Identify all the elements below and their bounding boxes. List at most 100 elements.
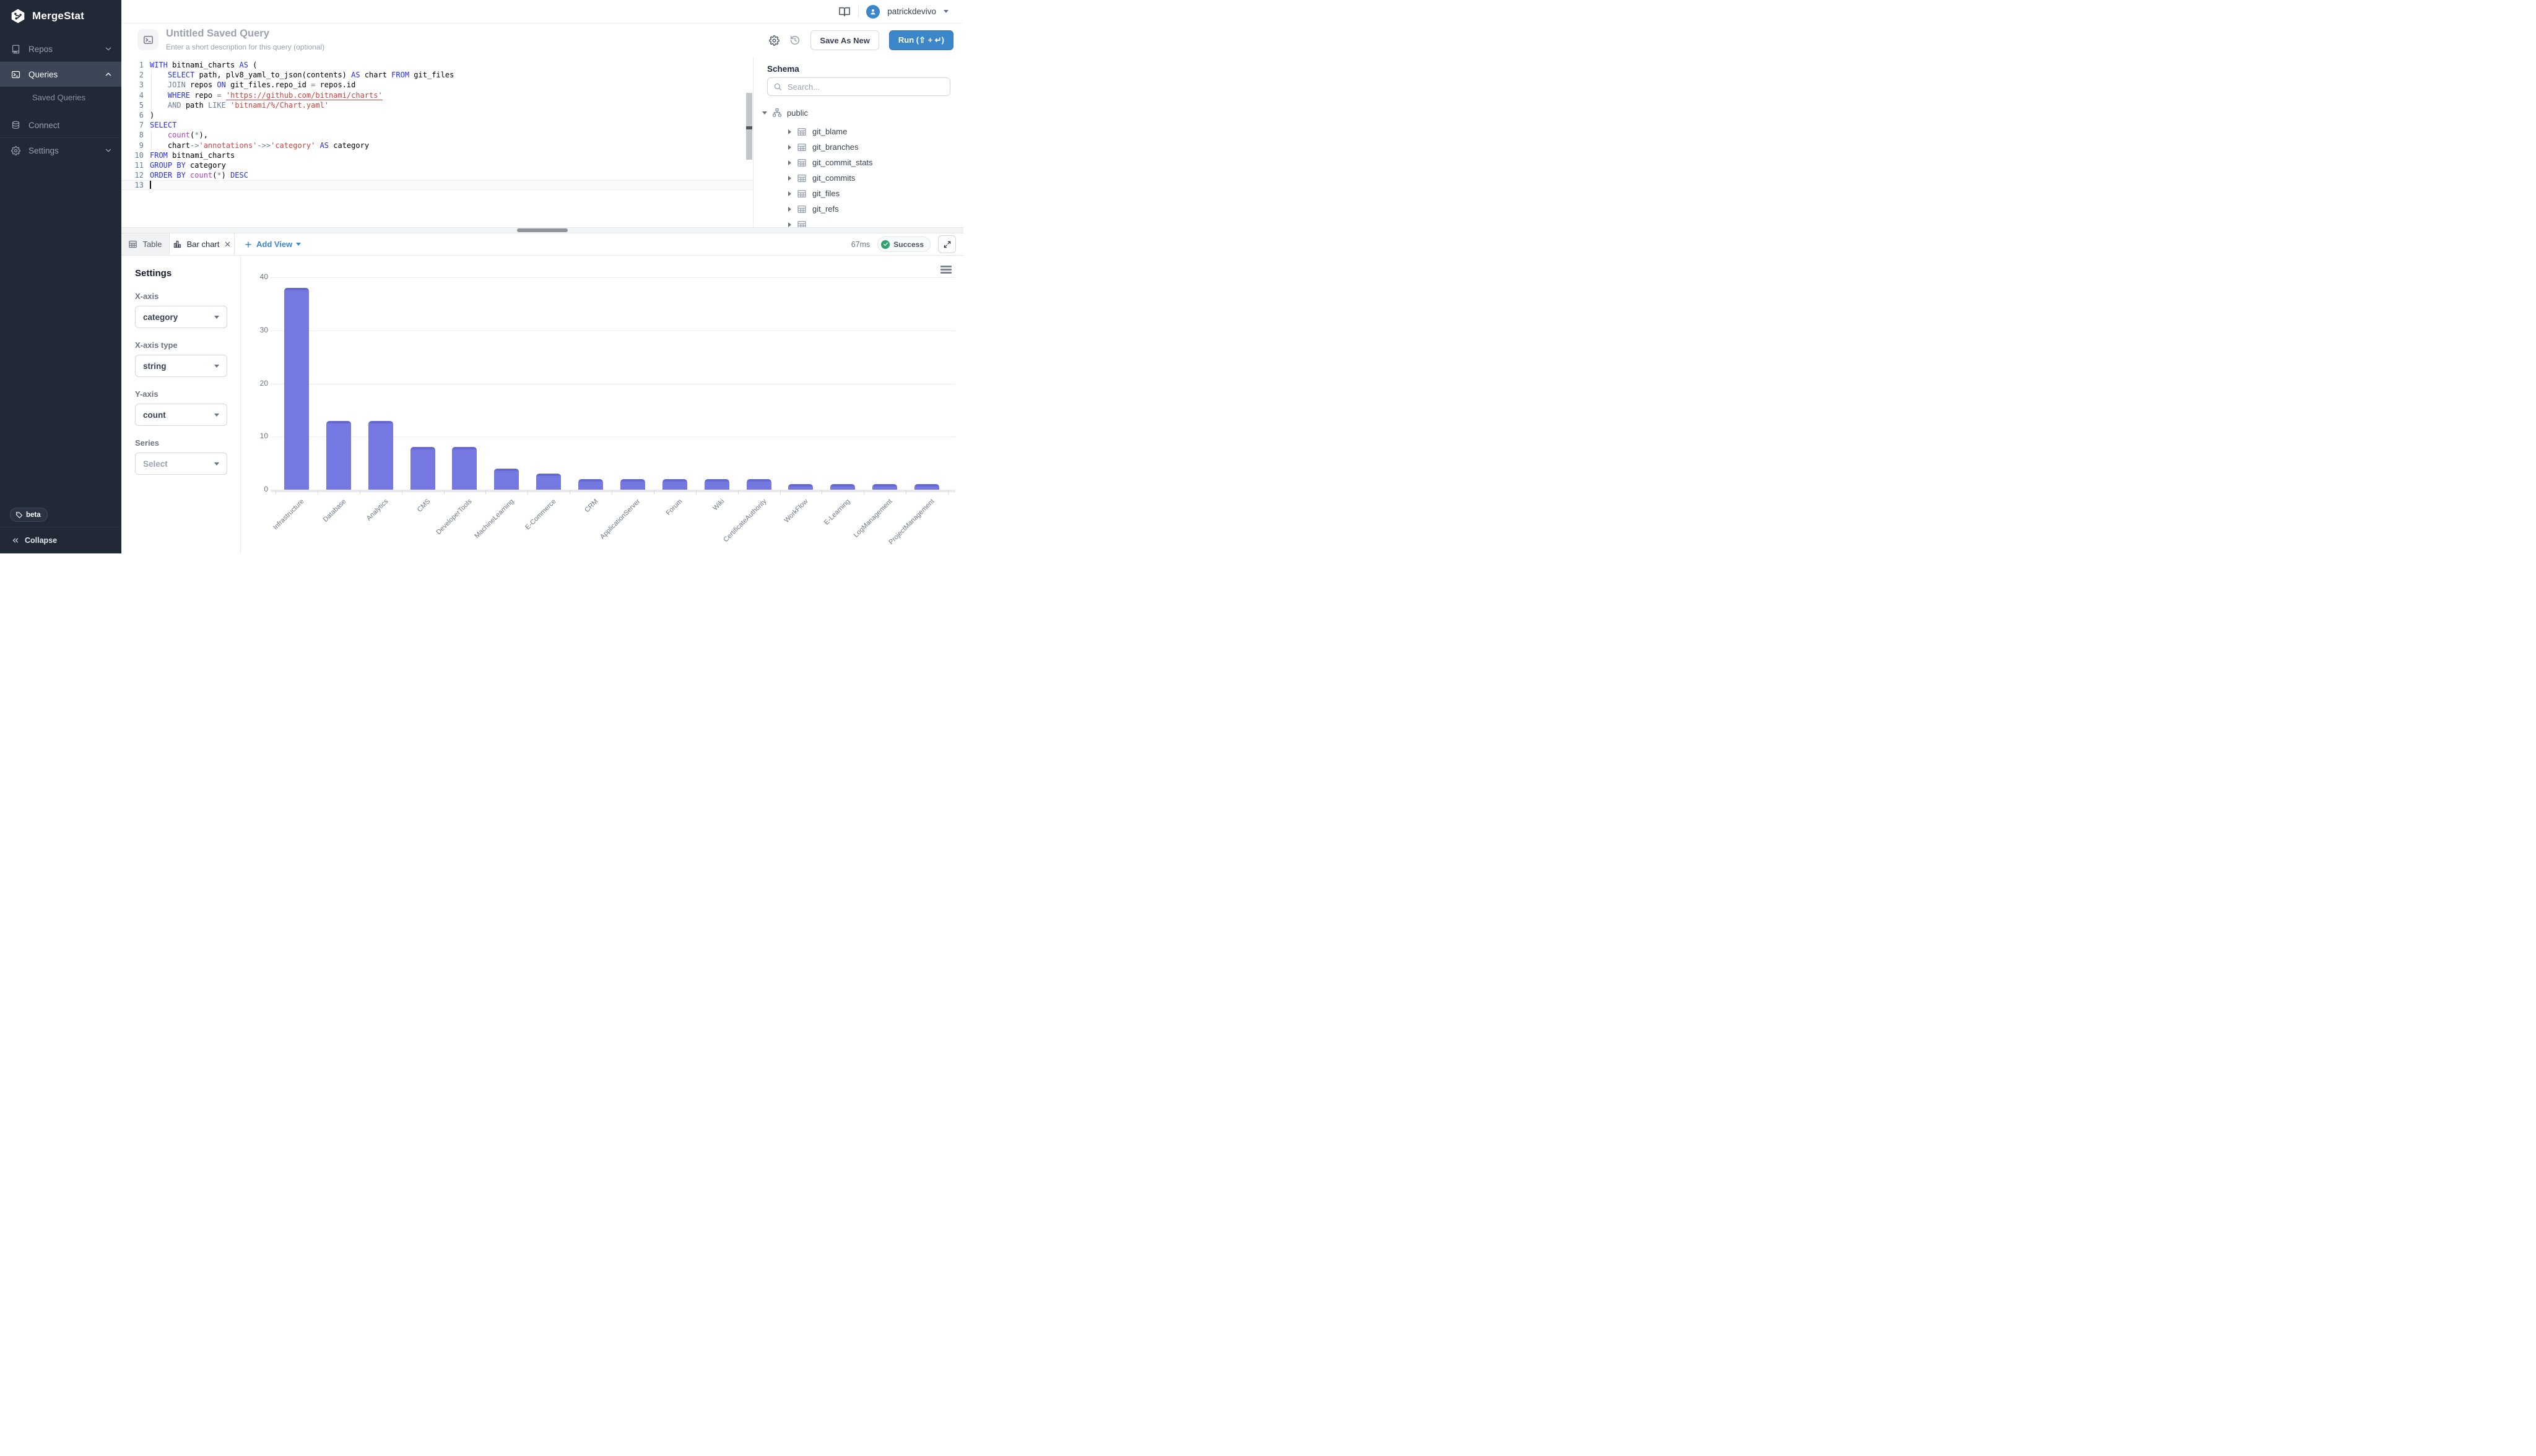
- expand-caret-icon[interactable]: [788, 129, 791, 134]
- query-title-input[interactable]: Untitled Saved Query: [166, 28, 269, 40]
- user-menu-caret-icon[interactable]: [944, 10, 949, 13]
- code-token: git_files: [409, 71, 454, 80]
- code-line-3[interactable]: 3 JOIN repos ON git_files.repo_id = repo…: [121, 80, 753, 90]
- search-input[interactable]: [786, 81, 944, 92]
- code-line-7[interactable]: 7 SELECT: [121, 120, 753, 130]
- sidebar-item-queries[interactable]: Queries: [0, 61, 121, 87]
- bar-WorkFlow[interactable]: [788, 484, 814, 490]
- schema-table-row-partial[interactable]: [788, 217, 963, 227]
- bar-CRM[interactable]: [578, 479, 604, 490]
- add-view-button[interactable]: Add View: [244, 233, 302, 255]
- sidebar-item-label: Connect: [28, 120, 60, 130]
- x-axis-type-select[interactable]: string: [135, 355, 227, 377]
- code-line-4[interactable]: 4 WHERE repo = 'https://github.com/bitna…: [121, 90, 753, 100]
- table-name[interactable]: git_files: [812, 189, 840, 198]
- code-line-13[interactable]: 13: [121, 180, 753, 191]
- bar-Wiki[interactable]: [704, 479, 729, 490]
- close-icon[interactable]: [224, 241, 231, 248]
- query-history-icon[interactable]: [789, 35, 801, 46]
- series-select[interactable]: Select: [135, 453, 227, 475]
- bar-Forum[interactable]: [662, 479, 687, 490]
- schema-table-row[interactable]: git_refs: [788, 201, 963, 217]
- code-line-1[interactable]: 1 WITH bitnami_charts AS (: [121, 60, 753, 70]
- schema-table-row[interactable]: git_branches: [788, 139, 963, 155]
- code-content: SELECT: [150, 120, 753, 130]
- schema-table-row[interactable]: git_blame: [788, 124, 963, 139]
- sidebar-item-settings[interactable]: Settings: [0, 137, 121, 163]
- bar-E-Learning[interactable]: [830, 484, 856, 490]
- avatar[interactable]: [866, 4, 880, 19]
- tab-table[interactable]: Table: [121, 233, 170, 255]
- code-line-10[interactable]: 10 FROM bitnami_charts: [121, 150, 753, 160]
- y-axis-select[interactable]: count: [135, 404, 227, 426]
- bar-ApplicationServer[interactable]: [620, 479, 645, 490]
- schema-table-row[interactable]: git_commits: [788, 170, 963, 186]
- bar-LogManagement[interactable]: [872, 484, 898, 490]
- query-duration: 67ms: [851, 240, 871, 249]
- sidebar-item-connect[interactable]: Connect: [0, 113, 121, 137]
- query-description-input[interactable]: Enter a short description for this query…: [166, 43, 324, 51]
- expand-button[interactable]: [938, 235, 956, 253]
- bar-E-Commerce[interactable]: [536, 474, 562, 490]
- editor-scrollbar-marker: [746, 126, 752, 129]
- bar-Analytics[interactable]: [368, 420, 393, 490]
- x-axis-select[interactable]: category: [135, 306, 227, 328]
- chart-menu-icon[interactable]: [940, 266, 952, 274]
- table-name[interactable]: git_branches: [812, 142, 858, 152]
- bar-DeveloperTools[interactable]: [452, 447, 477, 490]
- schema-table-row[interactable]: git_files: [788, 186, 963, 201]
- code-line-11[interactable]: 11 GROUP BY category: [121, 160, 753, 170]
- code-token: AS: [351, 71, 360, 80]
- run-button[interactable]: Run (⇧ + ↵): [888, 30, 953, 50]
- sidebar-item-repos[interactable]: Repos: [0, 37, 121, 61]
- code-line-5[interactable]: 5 AND path LIKE 'bitnami/%/Chart.yaml': [121, 100, 753, 111]
- table-icon: [128, 240, 137, 249]
- code-line-8[interactable]: 8 count(*),: [121, 130, 753, 141]
- split-drag-handle[interactable]: [517, 228, 568, 232]
- success-check-icon: [881, 240, 890, 249]
- bar-CMS[interactable]: [410, 447, 435, 490]
- code-content: WITH bitnami_charts AS (: [150, 60, 753, 70]
- expand-caret-icon[interactable]: [788, 191, 791, 196]
- table-name[interactable]: git_refs: [812, 204, 839, 214]
- tab-label: Table: [142, 240, 162, 249]
- gridline: [271, 277, 955, 278]
- sitemap-icon: [772, 108, 782, 118]
- table-name[interactable]: git_commits: [812, 173, 855, 183]
- collapse-button[interactable]: Collapse: [0, 527, 121, 553]
- expand-caret-icon[interactable]: [788, 144, 791, 150]
- bar-ProjectManagement[interactable]: [914, 484, 940, 490]
- sidebar-item-saved-queries[interactable]: Saved Queries: [0, 87, 121, 108]
- collapse-caret-icon[interactable]: [762, 111, 767, 115]
- logo[interactable]: MergeStat: [0, 0, 121, 24]
- table-name[interactable]: git_commit_stats: [812, 158, 873, 167]
- code-token: *: [217, 171, 222, 180]
- expand-caret-icon[interactable]: [788, 175, 791, 181]
- tab-bar-chart[interactable]: Bar chart: [170, 233, 235, 255]
- code-token: 'annotations': [199, 141, 258, 150]
- schema-root-node[interactable]: public: [762, 108, 808, 118]
- code-line-12[interactable]: 12 ORDER BY count(*) DESC: [121, 170, 753, 180]
- expand-caret-icon[interactable]: [788, 222, 791, 227]
- table-name[interactable]: git_blame: [812, 127, 847, 136]
- line-number: 9: [139, 141, 144, 150]
- expand-caret-icon[interactable]: [788, 160, 791, 165]
- code-line-9[interactable]: 9 chart->'annotations'->>'category' AS c…: [121, 140, 753, 150]
- bar-MachineLearning[interactable]: [494, 468, 519, 490]
- bar-Infrastructure[interactable]: [284, 288, 309, 490]
- bar-Database[interactable]: [326, 420, 351, 490]
- code-token: ): [150, 110, 155, 119]
- query-settings-gear-icon[interactable]: [769, 35, 780, 46]
- expand-caret-icon[interactable]: [788, 206, 791, 212]
- username[interactable]: patrickdevivo: [887, 7, 936, 16]
- code-line-2[interactable]: 2 SELECT path, plv8_yaml_to_json(content…: [121, 70, 753, 80]
- code-line-6[interactable]: 6): [121, 110, 753, 120]
- sql-editor[interactable]: 1 WITH bitnami_charts AS (2 SELECT path, …: [121, 57, 753, 227]
- line-number: 2: [139, 71, 144, 80]
- docs-icon[interactable]: [838, 7, 851, 17]
- code-token: WITH: [150, 61, 168, 69]
- schema-search-box[interactable]: [767, 77, 950, 96]
- bar-CertificateAuthority[interactable]: [746, 479, 771, 490]
- save-as-new-button[interactable]: Save As New: [810, 30, 879, 50]
- schema-table-row[interactable]: git_commit_stats: [788, 155, 963, 170]
